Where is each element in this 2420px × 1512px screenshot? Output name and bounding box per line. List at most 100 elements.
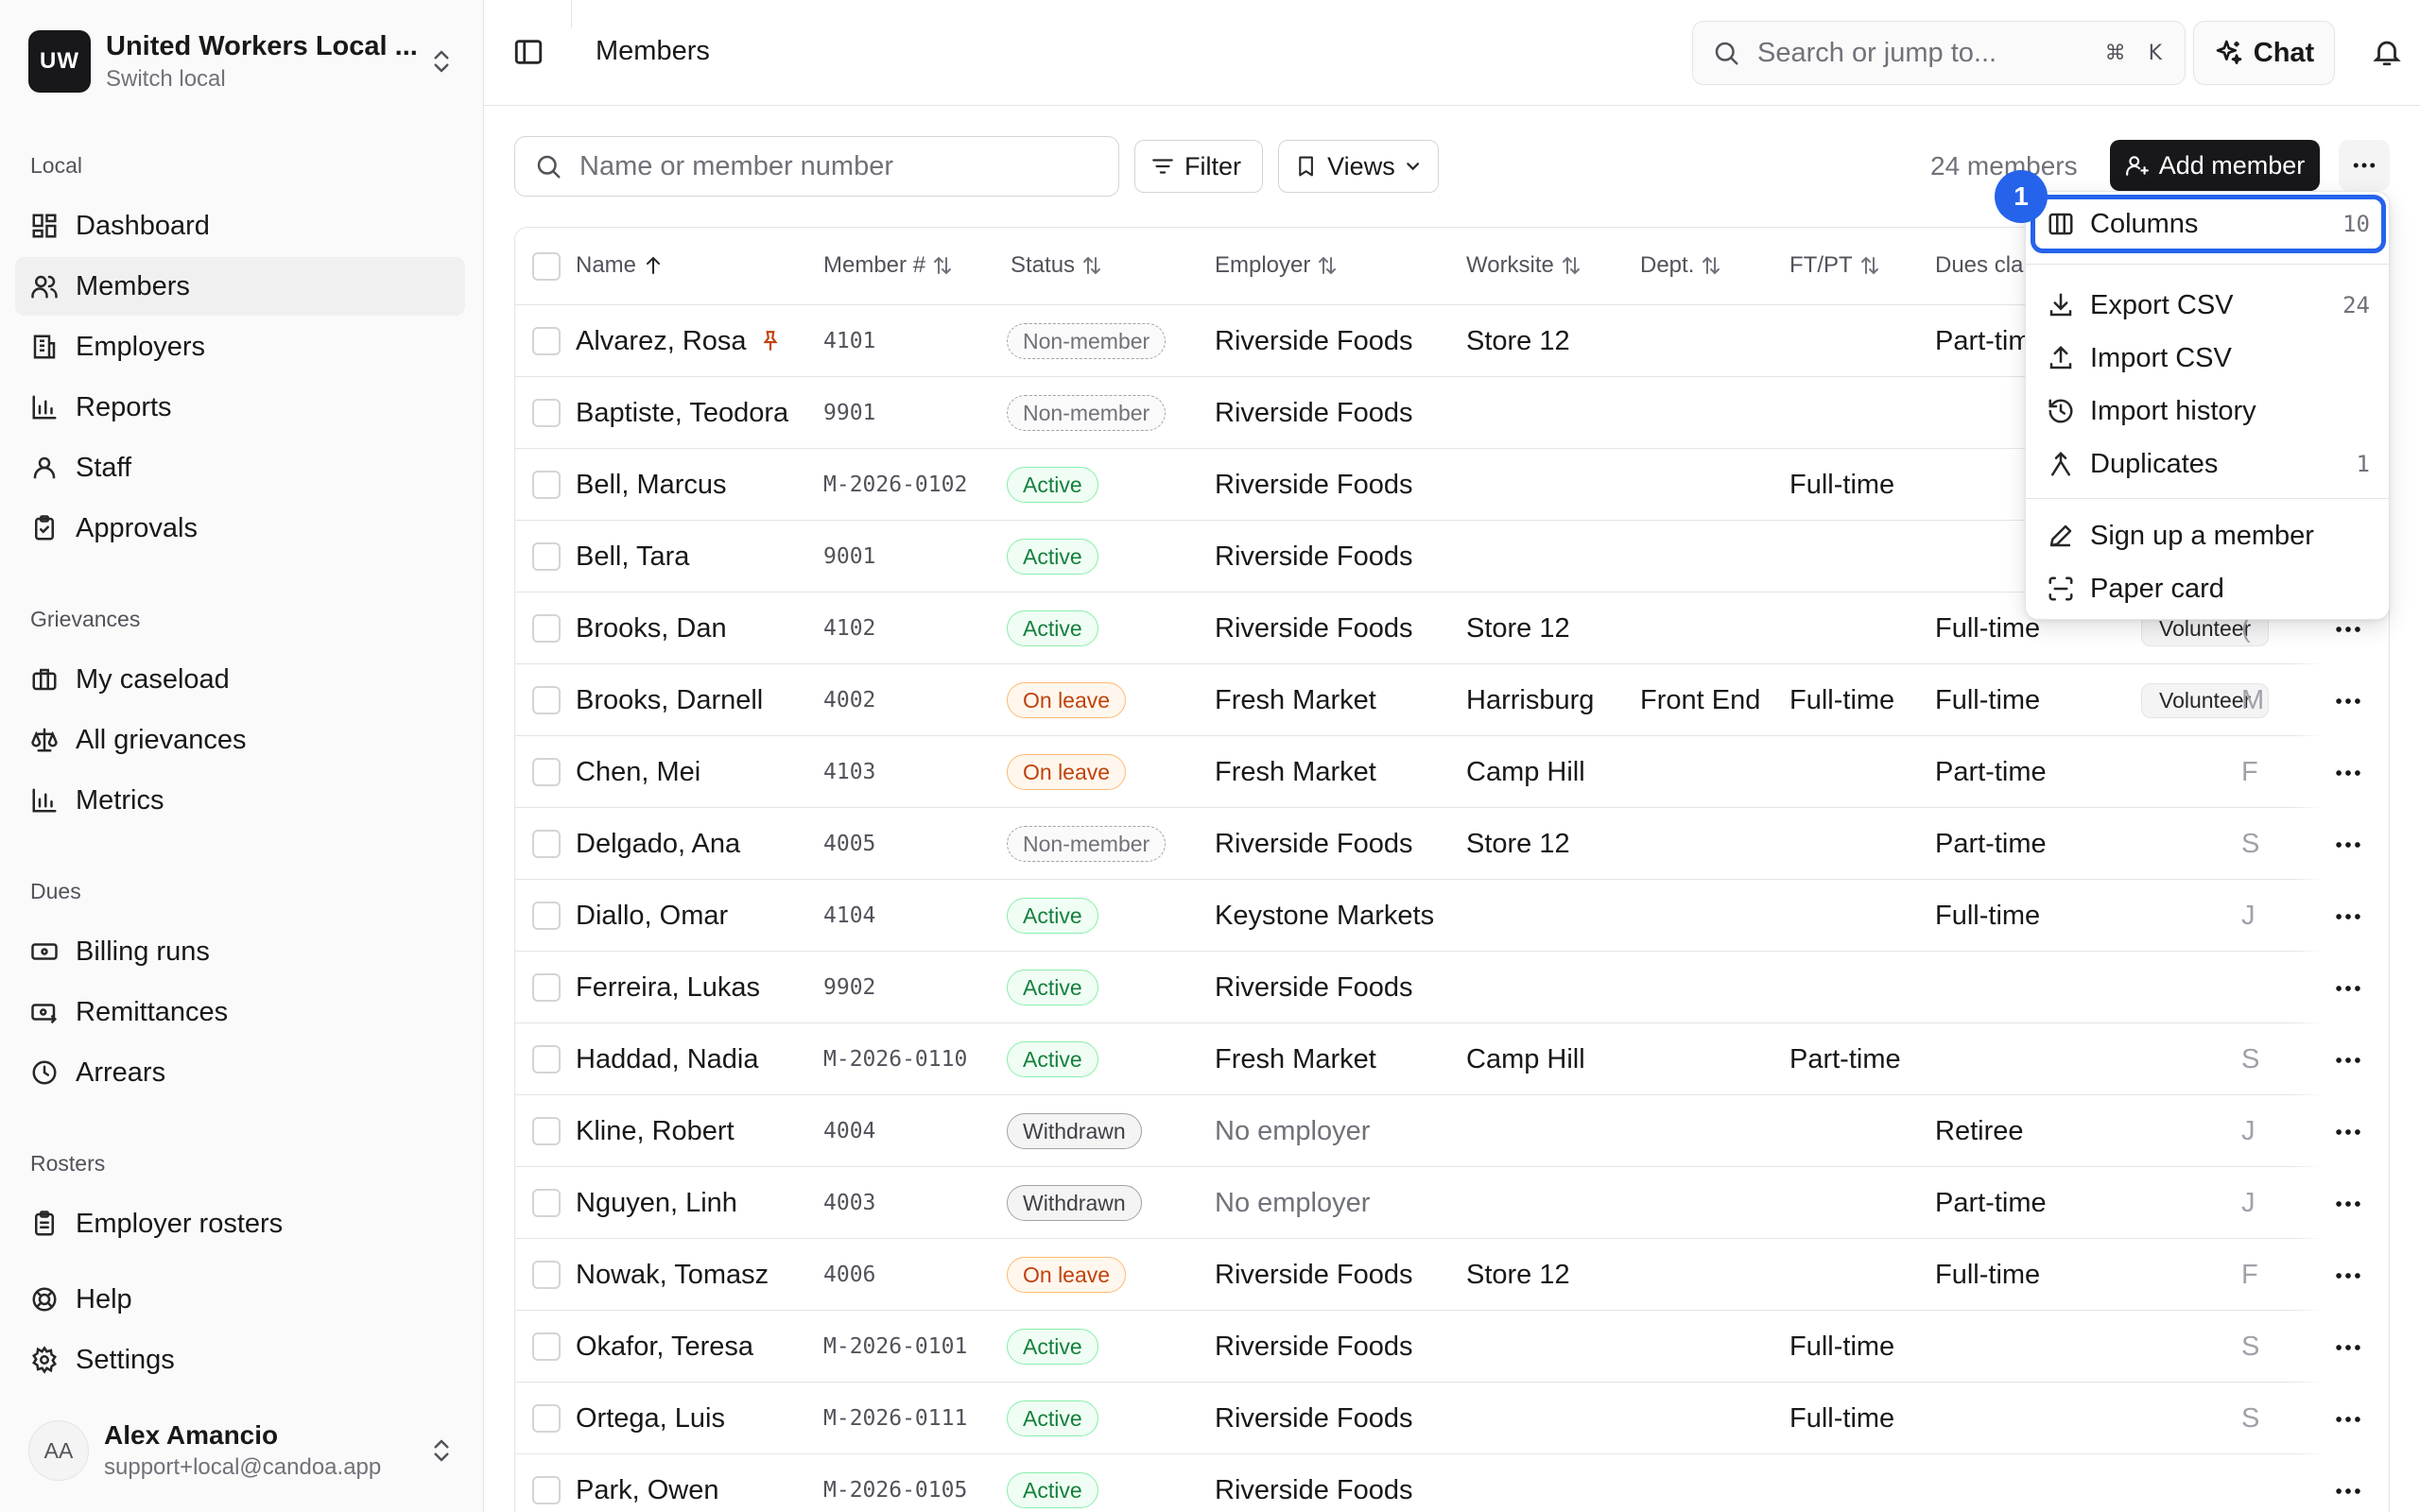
row-more-icon[interactable] xyxy=(2332,1332,2364,1364)
bell-icon[interactable] xyxy=(2371,36,2403,68)
table-row[interactable]: Ortega, Luis M-2026-0111 Active Riverside F… xyxy=(515,1383,2389,1454)
row-checkbox[interactable] xyxy=(532,973,561,1002)
member-name-text[interactable]: Delgado, Ana xyxy=(576,829,740,860)
member-name-text[interactable]: Bell, Tara xyxy=(576,541,689,573)
nav-item-all-grievances[interactable]: All grievances xyxy=(15,711,465,769)
member-name-text[interactable]: Chen, Mei xyxy=(576,757,700,788)
menu-item-sign-up-member[interactable]: Sign up a member xyxy=(2033,509,2383,562)
table-row[interactable]: Delgado, Ana 4005 Non-member Riverside Food… xyxy=(515,808,2389,880)
member-name-text[interactable]: Haddad, Nadia xyxy=(576,1044,758,1075)
column-header-employer[interactable]: Employer xyxy=(1215,252,1339,279)
more-actions-button[interactable] xyxy=(2339,140,2390,191)
member-name-text[interactable]: Nguyen, Linh xyxy=(576,1188,737,1219)
row-more-icon[interactable] xyxy=(2332,1188,2364,1220)
filter-button[interactable]: Filter xyxy=(1134,140,1263,193)
nav-item-remittances[interactable]: Remittances xyxy=(15,983,465,1041)
row-checkbox[interactable] xyxy=(532,1045,561,1074)
menu-item-export-csv[interactable]: Export CSV 24 xyxy=(2033,279,2383,332)
column-header-dept[interactable]: Dept. xyxy=(1640,252,1722,279)
row-checkbox[interactable] xyxy=(532,1117,561,1145)
column-header-name[interactable]: Name xyxy=(576,252,665,279)
nav-item-arrears[interactable]: Arrears xyxy=(15,1043,465,1102)
table-row[interactable]: Diallo, Omar 4104 Active Keystone Markets Fu… xyxy=(515,880,2389,952)
member-name-text[interactable]: Alvarez, Rosa xyxy=(576,326,747,357)
row-checkbox[interactable] xyxy=(532,542,561,571)
row-more-icon[interactable] xyxy=(2332,972,2364,1005)
user-menu[interactable]: AA Alex Amancio support+local@candoa.app xyxy=(28,1418,456,1484)
row-more-icon[interactable] xyxy=(2332,1475,2364,1507)
table-row[interactable]: Brooks, Darnell 4002 On leave Fresh Market H… xyxy=(515,664,2389,736)
member-name-text[interactable]: Ortega, Luis xyxy=(576,1403,725,1435)
nav-item-my-caseload[interactable]: My caseload xyxy=(15,650,465,709)
member-name-text[interactable]: Kline, Robert xyxy=(576,1116,735,1147)
member-name-text[interactable]: Brooks, Darnell xyxy=(576,685,763,716)
column-header-ftpt[interactable]: FT/PT xyxy=(1789,252,1881,279)
table-row[interactable]: Okafor, Teresa M-2026-0101 Active Riverside… xyxy=(515,1311,2389,1383)
member-search-input[interactable]: Name or member number xyxy=(514,136,1119,197)
menu-item-duplicates[interactable]: Duplicates 1 xyxy=(2033,438,2383,490)
nav-item-approvals[interactable]: Approvals xyxy=(15,499,465,558)
nav-item-dashboard[interactable]: Dashboard xyxy=(15,197,465,255)
row-checkbox[interactable] xyxy=(532,1261,561,1289)
row-more-icon[interactable] xyxy=(2332,1260,2364,1292)
sidebar-toggle-icon[interactable] xyxy=(512,36,544,68)
member-name-text[interactable]: Okafor, Teresa xyxy=(576,1332,753,1363)
row-checkbox[interactable] xyxy=(532,399,561,427)
table-row[interactable]: Chen, Mei 4103 On leave Fresh Market Camp Hi… xyxy=(515,736,2389,808)
add-member-button[interactable]: Add member xyxy=(2110,140,2320,191)
menu-item-import-csv[interactable]: Import CSV xyxy=(2033,332,2383,385)
row-checkbox[interactable] xyxy=(532,1189,561,1217)
select-all-checkbox[interactable] xyxy=(532,252,561,281)
chat-button[interactable]: Chat xyxy=(2193,21,2335,85)
nav-item-billing-runs[interactable]: Billing runs xyxy=(15,922,465,981)
member-name-text[interactable]: Brooks, Dan xyxy=(576,613,727,644)
row-more-icon[interactable] xyxy=(2332,901,2364,933)
table-row[interactable]: Park, Owen M-2026-0105 Active Riverside Foo… xyxy=(515,1454,2389,1512)
global-search[interactable]: Search or jump to... ⌘ K xyxy=(1692,21,2186,85)
nav-item-members[interactable]: Members xyxy=(15,257,465,316)
row-checkbox[interactable] xyxy=(532,686,561,714)
row-checkbox[interactable] xyxy=(532,1404,561,1433)
row-more-icon[interactable] xyxy=(2332,1116,2364,1148)
member-name-text[interactable]: Ferreira, Lukas xyxy=(576,972,760,1004)
column-header-member-number[interactable]: Member # xyxy=(823,252,954,279)
member-name-text[interactable]: Park, Owen xyxy=(576,1475,719,1506)
nav-item-metrics[interactable]: Metrics xyxy=(15,771,465,830)
menu-item-paper-card[interactable]: Paper card xyxy=(2033,562,2383,615)
row-checkbox[interactable] xyxy=(532,902,561,930)
row-more-icon[interactable] xyxy=(2332,685,2364,717)
menu-item-import-history[interactable]: Import history xyxy=(2033,385,2383,438)
row-checkbox[interactable] xyxy=(532,471,561,499)
member-name-text[interactable]: Diallo, Omar xyxy=(576,901,728,932)
row-more-icon[interactable] xyxy=(2332,1403,2364,1435)
table-row[interactable]: Haddad, Nadia M-2026-0110 Active Fresh Mark… xyxy=(515,1023,2389,1095)
table-row[interactable]: Kline, Robert 4004 Withdrawn No employer Ret… xyxy=(515,1095,2389,1167)
nav-item-settings[interactable]: Settings xyxy=(15,1331,465,1389)
member-name-text[interactable]: Bell, Marcus xyxy=(576,470,727,501)
nav-item-staff[interactable]: Staff xyxy=(15,438,465,497)
table-row[interactable]: Ferreira, Lukas 9902 Active Riverside Foods xyxy=(515,952,2389,1023)
row-more-icon[interactable] xyxy=(2332,757,2364,789)
column-header-status[interactable]: Status xyxy=(1011,252,1103,279)
row-checkbox[interactable] xyxy=(532,614,561,643)
row-more-icon[interactable] xyxy=(2332,829,2364,861)
table-row[interactable]: Nowak, Tomasz 4006 On leave Riverside Foods… xyxy=(515,1239,2389,1311)
org-switcher[interactable]: UW United Workers Local ... Switch local xyxy=(28,28,456,94)
row-more-icon[interactable] xyxy=(2332,1044,2364,1076)
column-header-dues-class[interactable]: Dues cla xyxy=(1935,252,2023,279)
nav-item-reports[interactable]: Reports xyxy=(15,378,465,437)
nav-item-help[interactable]: Help xyxy=(15,1270,465,1329)
column-header-worksite[interactable]: Worksite xyxy=(1466,252,1582,279)
row-checkbox[interactable] xyxy=(532,1476,561,1504)
row-checkbox[interactable] xyxy=(532,830,561,858)
table-row[interactable]: Nguyen, Linh 4003 Withdrawn No employer Part… xyxy=(515,1167,2389,1239)
row-checkbox[interactable] xyxy=(532,327,561,355)
views-button[interactable]: Views xyxy=(1278,140,1439,193)
menu-item-columns[interactable]: Columns 10 xyxy=(2031,195,2386,253)
member-name-text[interactable]: Baptiste, Teodora xyxy=(576,398,788,429)
member-name-text[interactable]: Nowak, Tomasz xyxy=(576,1260,769,1291)
row-checkbox[interactable] xyxy=(532,758,561,786)
nav-item-employers[interactable]: Employers xyxy=(15,318,465,376)
nav-item-employer-rosters[interactable]: Employer rosters xyxy=(15,1194,465,1253)
row-checkbox[interactable] xyxy=(532,1332,561,1361)
